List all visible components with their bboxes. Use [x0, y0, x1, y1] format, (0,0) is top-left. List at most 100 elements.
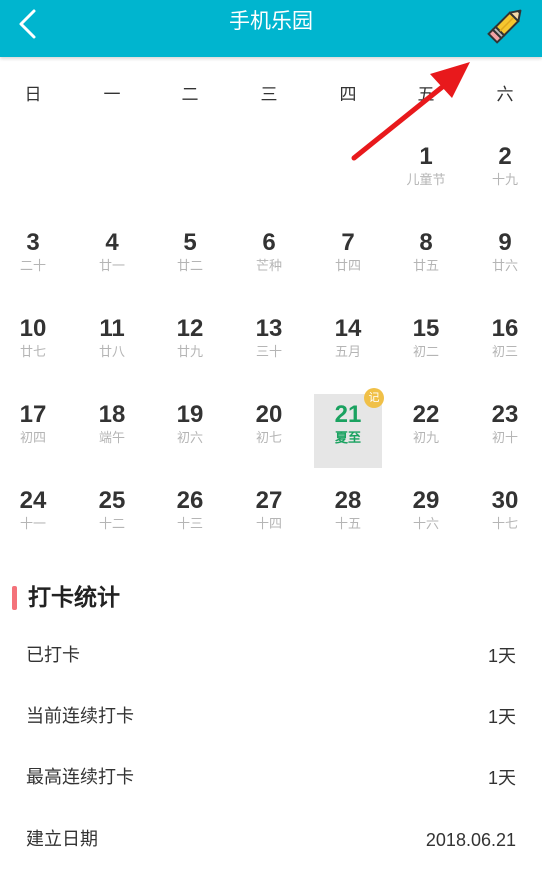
- stat-row-best-streak: 最高连续打卡 1天: [0, 758, 542, 798]
- calendar-day-cell[interactable]: 14 五月: [314, 308, 382, 382]
- lunar-date-label: 儿童节: [406, 173, 446, 188]
- stat-row-checked-in: 已打卡 1天: [0, 636, 542, 676]
- stat-value: 1天: [487, 707, 516, 727]
- lunar-date-label: 十五: [334, 517, 361, 532]
- lunar-date-label: 十九: [491, 173, 518, 188]
- calendar-day-cell[interactable]: 13 三十: [235, 308, 303, 382]
- lunar-date-label: 初七: [255, 431, 282, 446]
- calendar-day-cell[interactable]: 26 十三: [156, 480, 224, 554]
- lunar-date-label: 十二: [98, 517, 125, 532]
- lunar-date-label: 十四: [255, 517, 282, 532]
- calendar-day-cell[interactable]: 24 十一: [0, 480, 67, 554]
- day-number: 26: [176, 487, 204, 514]
- day-number: 27: [255, 487, 283, 514]
- day-number: 10: [19, 315, 47, 342]
- day-number: 24: [19, 487, 47, 514]
- stat-label: 建立日期: [26, 829, 98, 850]
- day-number: 30: [491, 487, 519, 514]
- calendar-day-cell[interactable]: 25 十二: [78, 480, 146, 554]
- lunar-date-label: 初九: [412, 431, 439, 446]
- calendar-day-cell[interactable]: 12 廿九: [156, 308, 224, 382]
- day-number: 1: [419, 143, 433, 170]
- calendar-day-cell[interactable]: 10 廿七: [0, 308, 67, 382]
- day-number: 13: [255, 315, 283, 342]
- day-number: 29: [412, 487, 440, 514]
- lunar-date-label: 初四: [19, 431, 46, 446]
- day-number: 18: [98, 401, 126, 428]
- calendar-day-cell[interactable]: 30 十七: [471, 480, 539, 554]
- day-number: 15: [412, 315, 440, 342]
- day-number: 7: [341, 229, 355, 256]
- day-number: 9: [498, 229, 512, 256]
- calendar-day-cell[interactable]: 27 十四: [235, 480, 303, 554]
- stat-row-created-date: 建立日期 2018.06.21: [0, 820, 542, 860]
- day-number: 19: [176, 401, 204, 428]
- lunar-date-label: 初六: [176, 431, 203, 446]
- day-number: 23: [491, 401, 519, 428]
- day-number: 12: [176, 315, 204, 342]
- lunar-date-label: 芒种: [255, 259, 282, 274]
- calendar-day-cell[interactable]: 8 廿五: [392, 222, 460, 296]
- calendar-day-cell[interactable]: 22 初九: [392, 394, 460, 468]
- day-number: 4: [105, 229, 119, 256]
- calendar-day-cell[interactable]: 28 十五: [314, 480, 382, 554]
- day-number: 3: [26, 229, 40, 256]
- note-badge: 记: [364, 388, 384, 408]
- stats-title: 打卡统计: [28, 585, 120, 611]
- lunar-date-label: 二十: [19, 259, 46, 274]
- lunar-date-label: 十六: [412, 517, 439, 532]
- stat-value: 1天: [487, 768, 516, 788]
- lunar-date-label: 廿四: [334, 259, 361, 274]
- calendar-day-cell[interactable]: 29 十六: [392, 480, 460, 554]
- accent-bar: [12, 586, 17, 610]
- calendar-day-cell[interactable]: 17 初四: [0, 394, 67, 468]
- calendar-grid: 1 儿童节 2 十九 3 二十 4 廿一 5 廿二 6 芒种 7 廿四 8 廿五 9 廿六 10 廿七 11 廿八 12 廿九…: [0, 0, 542, 560]
- calendar-day-cell[interactable]: 11 廿八: [78, 308, 146, 382]
- day-number: 22: [412, 401, 440, 428]
- day-number: 20: [255, 401, 283, 428]
- calendar-day-cell[interactable]: 19 初六: [156, 394, 224, 468]
- calendar-day-cell[interactable]: 18 端午: [78, 394, 146, 468]
- day-number: 25: [98, 487, 126, 514]
- calendar-day-cell[interactable]: 3 二十: [0, 222, 67, 296]
- lunar-date-label: 廿一: [98, 259, 125, 274]
- lunar-date-label: 廿六: [491, 259, 518, 274]
- calendar-day-cell[interactable]: 5 廿二: [156, 222, 224, 296]
- day-number: 16: [491, 315, 519, 342]
- lunar-date-label: 廿五: [412, 259, 439, 274]
- lunar-date-label: 五月: [334, 345, 361, 360]
- calendar-day-cell[interactable]: 4 廿一: [78, 222, 146, 296]
- lunar-date-label: 十七: [491, 517, 518, 532]
- lunar-date-label: 端午: [98, 431, 125, 446]
- lunar-date-label: 初二: [412, 345, 439, 360]
- calendar-day-cell[interactable]: 1 儿童节: [392, 136, 460, 210]
- lunar-date-label: 十一: [19, 517, 46, 532]
- stat-label: 最高连续打卡: [26, 767, 134, 788]
- lunar-date-label: 廿八: [98, 345, 125, 360]
- stat-label: 已打卡: [26, 645, 80, 666]
- calendar-day-cell[interactable]: 20 初七: [235, 394, 303, 468]
- lunar-date-label: 廿九: [176, 345, 203, 360]
- day-number: 8: [419, 229, 433, 256]
- calendar-day-cell[interactable]: 6 芒种: [235, 222, 303, 296]
- lunar-date-label: 三十: [255, 345, 282, 360]
- day-number: 5: [183, 229, 197, 256]
- stat-value: 2018.06.21: [425, 830, 516, 850]
- stat-label: 当前连续打卡: [26, 706, 134, 727]
- lunar-date-label: 廿七: [19, 345, 46, 360]
- calendar-day-cell[interactable]: 21 夏至记: [314, 388, 384, 468]
- lunar-date-label: 廿二: [176, 259, 203, 274]
- day-number: 17: [19, 401, 47, 428]
- day-number: 14: [334, 315, 362, 342]
- day-number: 6: [262, 229, 276, 256]
- lunar-date-label: 初十: [491, 431, 518, 446]
- calendar-day-cell[interactable]: 9 廿六: [471, 222, 539, 296]
- calendar-day-cell[interactable]: 7 廿四: [314, 222, 382, 296]
- calendar-day-cell[interactable]: 2 十九: [471, 136, 539, 210]
- lunar-date-label: 初三: [491, 345, 518, 360]
- day-number: 2: [498, 143, 512, 170]
- calendar-day-cell[interactable]: 23 初十: [471, 394, 539, 468]
- calendar-day-cell[interactable]: 15 初二: [392, 308, 460, 382]
- calendar-day-cell[interactable]: 16 初三: [471, 308, 539, 382]
- day-number: 11: [99, 315, 125, 342]
